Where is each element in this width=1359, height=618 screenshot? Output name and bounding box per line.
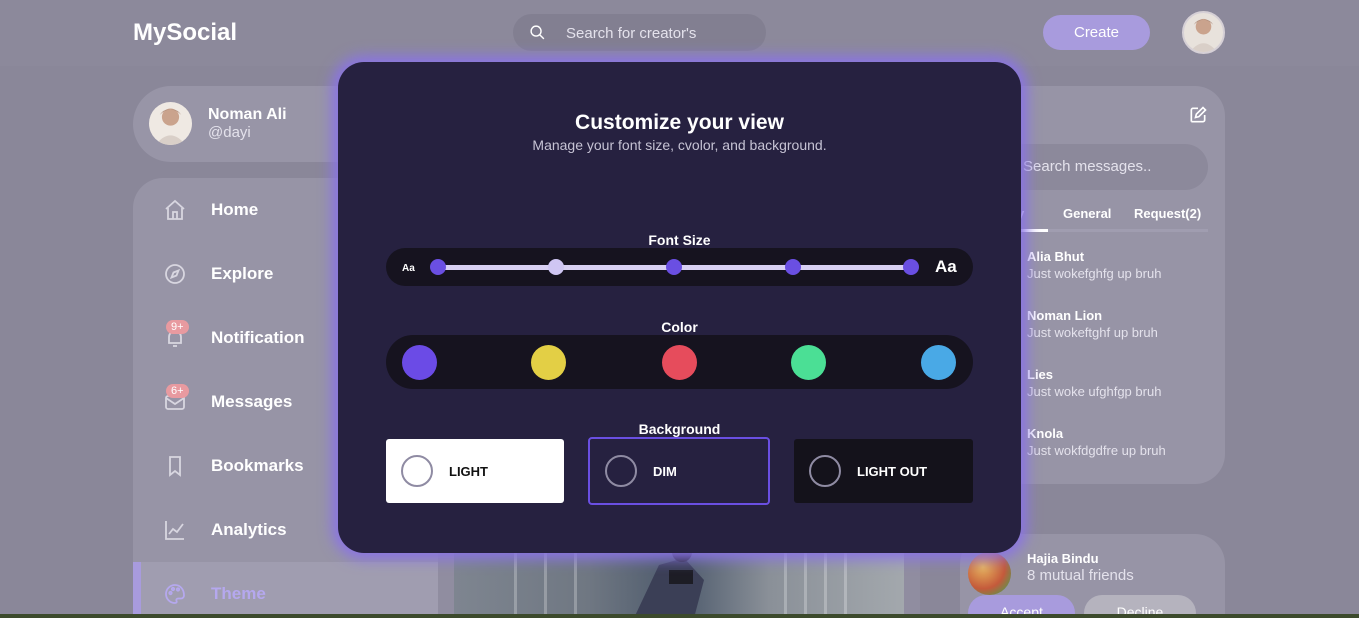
customize-view-modal: Customize your view Manage your font siz…	[338, 62, 1021, 553]
top-navbar: MySocial Search for creator's Create	[0, 0, 1359, 66]
creator-search-input[interactable]: Search for creator's	[566, 25, 696, 42]
font-size-step-1[interactable]	[430, 259, 446, 275]
font-size-small-label: Aa	[402, 263, 415, 274]
font-size-step-3[interactable]	[666, 259, 682, 275]
font-size-step-2[interactable]	[548, 259, 564, 275]
radio-icon	[809, 455, 841, 487]
profile-handle: @dayi	[208, 124, 251, 141]
modal-title: Customize your view	[575, 111, 784, 134]
create-button[interactable]: Create	[1043, 15, 1150, 50]
color-swatch-blue[interactable]	[921, 345, 956, 380]
message-preview: Just woke ufghfgp bruh	[1027, 384, 1162, 399]
user-photo-icon	[1189, 18, 1218, 52]
message-sender: Alia Bhut	[1027, 249, 1085, 264]
sidebar-item-label: Messages	[211, 392, 293, 411]
font-size-step-5[interactable]	[903, 259, 919, 275]
color-swatch-red[interactable]	[662, 345, 697, 380]
page-bottom-edge	[0, 614, 1359, 618]
messages-badge: 6+	[166, 384, 189, 398]
tab-requests[interactable]: Request(2)	[1134, 206, 1201, 221]
message-item[interactable]: Lies Just woke ufghfgp bruh	[1027, 367, 1217, 399]
font-size-step-4[interactable]	[785, 259, 801, 275]
sidebar-item-label: Explore	[211, 264, 274, 283]
message-preview: Just wokfdgdfre up bruh	[1027, 443, 1166, 458]
tab-general[interactable]: General	[1063, 206, 1111, 221]
color-swatch-yellow[interactable]	[531, 345, 566, 380]
modal-subtitle: Manage your font size, cvolor, and backg…	[532, 137, 827, 153]
avatar	[968, 552, 1011, 595]
app-logo[interactable]: MySocial	[133, 19, 237, 47]
creator-search-bar[interactable]: Search for creator's	[513, 14, 766, 51]
palette-icon	[165, 584, 185, 604]
color-label: Color	[661, 319, 698, 335]
sidebar-item-label: Theme	[211, 584, 266, 603]
message-search-placeholder: Search messages..	[1023, 158, 1152, 175]
chart-icon	[165, 521, 184, 540]
message-sender: Noman Lion	[1027, 308, 1103, 323]
sidebar-item-label: Home	[211, 200, 259, 219]
sidebar-item-label: Analytics	[211, 520, 287, 539]
edit-icon[interactable]	[1188, 105, 1208, 125]
search-icon	[530, 25, 545, 40]
background-label: Background	[638, 421, 721, 437]
sidebar-item-label: Notification	[211, 328, 305, 347]
message-sender: Knola	[1027, 426, 1064, 441]
background-option-label: LIGHT OUT	[857, 464, 928, 479]
bookmark-icon	[169, 456, 181, 477]
notification-badge: 9+	[166, 320, 189, 334]
message-search-input[interactable]: Search messages..	[1000, 144, 1208, 190]
font-size-panel: Aa Aa	[386, 248, 973, 286]
sidebar-item-theme[interactable]: Theme	[133, 562, 438, 618]
color-panel	[386, 335, 973, 389]
mutual-friends: 8 mutual friends	[1027, 567, 1134, 584]
radio-icon	[401, 455, 433, 487]
message-sender: Lies	[1027, 367, 1054, 382]
user-photo-icon	[155, 108, 186, 145]
background-option-label: LIGHT	[449, 464, 488, 479]
message-item[interactable]: Knola Just wokfdgdfre up bruh	[1027, 426, 1217, 458]
home-icon	[165, 199, 185, 220]
message-item[interactable]: Noman Lion Just wokeftghf up bruh	[1027, 308, 1217, 340]
font-size-label: Font Size	[648, 232, 711, 248]
background-option-dim[interactable]: DIM	[588, 437, 770, 505]
color-swatch-green[interactable]	[791, 345, 826, 380]
font-size-large-label: Aa	[935, 257, 957, 276]
avatar	[149, 102, 192, 145]
profile-name: Noman Ali	[208, 106, 287, 123]
request-name: Hajia Bindu	[1027, 551, 1099, 566]
background-option-label: DIM	[653, 464, 677, 479]
radio-icon	[605, 455, 637, 487]
color-swatch-purple[interactable]	[402, 345, 437, 380]
sidebar-item-label: Bookmarks	[211, 456, 304, 475]
background-option-light-out[interactable]: LIGHT OUT	[794, 439, 973, 503]
message-preview: Just wokefghfg up bruh	[1027, 266, 1162, 281]
avatar[interactable]	[1182, 11, 1225, 54]
message-item[interactable]: Alia Bhut Just wokefghfg up bruh	[1027, 249, 1217, 281]
message-preview: Just wokeftghf up bruh	[1027, 325, 1158, 340]
background-option-light[interactable]: LIGHT	[386, 439, 564, 503]
compass-icon	[165, 264, 185, 284]
